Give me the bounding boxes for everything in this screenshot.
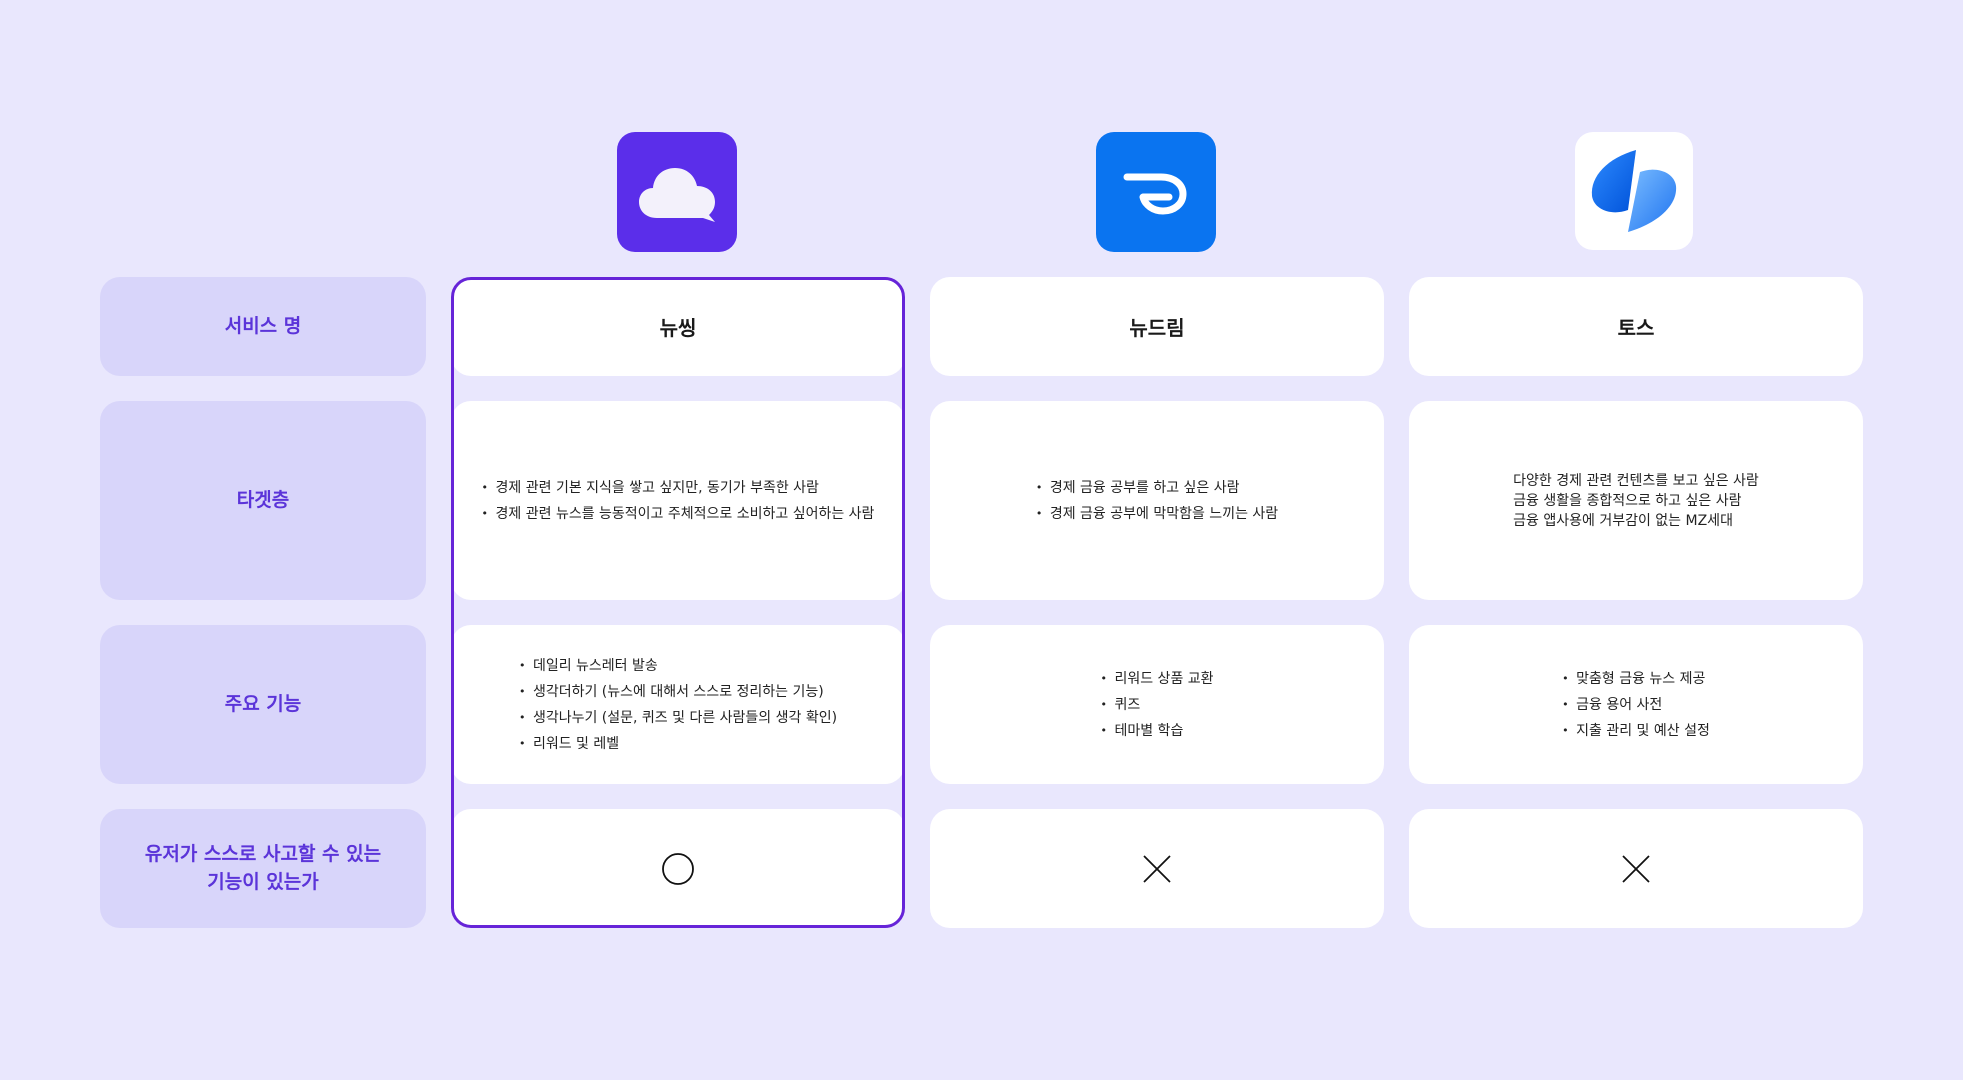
- list-item: 경제 관련 기본 지식을 쌓고 싶지만, 동기가 부족한 사람: [482, 475, 875, 501]
- list-item: 다양한 경제 관련 컨텐츠를 보고 싶은 사람: [1513, 472, 1759, 489]
- service-name-cell-newdream: 뉴드림: [930, 277, 1384, 376]
- list-item: 퀴즈: [1100, 692, 1213, 718]
- service-name-newdream: 뉴드림: [1129, 316, 1185, 340]
- row-label-self-thinking: 유저가 스스로 사고할 수 있는 기능이 있는가: [100, 809, 426, 928]
- list-item: 금융 생활을 종합적으로 하고 싶은 사람: [1513, 492, 1742, 509]
- features-list-newdream: 리워드 상품 교환 퀴즈 테마별 학습: [1100, 666, 1213, 744]
- service-name-newthink: 뉴씽: [659, 316, 697, 340]
- service-name-cell-toss: 토스: [1409, 277, 1863, 376]
- row-label-features-text: 주요 기능: [224, 692, 302, 715]
- cross-icon: [1143, 854, 1171, 883]
- self-thinking-cell-newdream: [930, 809, 1384, 928]
- row-label-service: 서비스 명: [100, 277, 426, 376]
- list-item: 경제 금융 공부에 막막함을 느끼는 사람: [1036, 501, 1278, 527]
- row-label-self-thinking-line2: 기능이 있는가: [207, 870, 319, 893]
- features-list-newthink: 데일리 뉴스레터 발송 생각더하기 (뉴스에 대해서 스스로 정리하는 기능) …: [519, 653, 837, 757]
- features-cell-newdream: 리워드 상품 교환 퀴즈 테마별 학습: [930, 625, 1384, 784]
- cloud-speech-icon: [639, 168, 715, 222]
- circle-icon: [662, 852, 694, 885]
- list-item: 금융 용어 사전: [1562, 692, 1710, 718]
- list-item: 금융 앱사용에 거부감이 없는 MZ세대: [1513, 512, 1733, 529]
- list-item: 경제 관련 뉴스를 능동적이고 주체적으로 소비하고 싶어하는 사람: [482, 501, 875, 527]
- list-item: 맞춤형 금융 뉴스 제공: [1562, 666, 1710, 692]
- list-item: 생각나누기 (설문, 퀴즈 및 다른 사람들의 생각 확인): [519, 705, 837, 731]
- target-list-newdream: 경제 금융 공부를 하고 싶은 사람 경제 금융 공부에 막막함을 느끼는 사람: [1036, 475, 1278, 527]
- wing-icon: [1123, 173, 1187, 215]
- newthink-logo: [617, 132, 737, 252]
- list-item: 리워드 상품 교환: [1100, 666, 1213, 692]
- self-thinking-cell-newthink: [451, 809, 905, 928]
- list-item: 테마별 학습: [1100, 718, 1213, 744]
- target-cell-newthink: 경제 관련 기본 지식을 쌓고 싶지만, 동기가 부족한 사람 경제 관련 뉴스…: [451, 401, 905, 600]
- target-cell-toss: 다양한 경제 관련 컨텐츠를 보고 싶은 사람 금융 생활을 종합적으로 하고 …: [1409, 401, 1863, 600]
- list-item: 지출 관리 및 예산 설정: [1562, 718, 1710, 744]
- target-lines-toss: 다양한 경제 관련 컨텐츠를 보고 싶은 사람 금융 생활을 종합적으로 하고 …: [1513, 471, 1759, 531]
- cross-icon: [1622, 854, 1650, 883]
- row-label-service-text: 서비스 명: [224, 314, 302, 337]
- self-thinking-cell-toss: [1409, 809, 1863, 928]
- row-label-target-text: 타겟층: [236, 488, 290, 511]
- target-cell-newdream: 경제 금융 공부를 하고 싶은 사람 경제 금융 공부에 막막함을 느끼는 사람: [930, 401, 1384, 600]
- row-label-target: 타겟층: [100, 401, 426, 600]
- row-label-features: 주요 기능: [100, 625, 426, 784]
- features-cell-toss: 맞춤형 금융 뉴스 제공 금융 용어 사전 지출 관리 및 예산 설정: [1409, 625, 1863, 784]
- toss-logo-icon: [1591, 150, 1677, 232]
- target-list-newthink: 경제 관련 기본 지식을 쌓고 싶지만, 동기가 부족한 사람 경제 관련 뉴스…: [482, 475, 875, 527]
- list-item: 리워드 및 레벨: [519, 731, 837, 757]
- list-item: 경제 금융 공부를 하고 싶은 사람: [1036, 475, 1278, 501]
- service-name-cell-newthink: 뉴씽: [451, 277, 905, 376]
- list-item: 데일리 뉴스레터 발송: [519, 653, 837, 679]
- newdream-logo: [1096, 132, 1216, 252]
- list-item: 생각더하기 (뉴스에 대해서 스스로 정리하는 기능): [519, 679, 837, 705]
- features-list-toss: 맞춤형 금융 뉴스 제공 금융 용어 사전 지출 관리 및 예산 설정: [1562, 666, 1710, 744]
- service-name-toss: 토스: [1617, 316, 1655, 340]
- row-label-self-thinking-line1: 유저가 스스로 사고할 수 있는: [144, 842, 382, 865]
- features-cell-newthink: 데일리 뉴스레터 발송 생각더하기 (뉴스에 대해서 스스로 정리하는 기능) …: [451, 625, 905, 784]
- toss-logo: [1575, 132, 1693, 250]
